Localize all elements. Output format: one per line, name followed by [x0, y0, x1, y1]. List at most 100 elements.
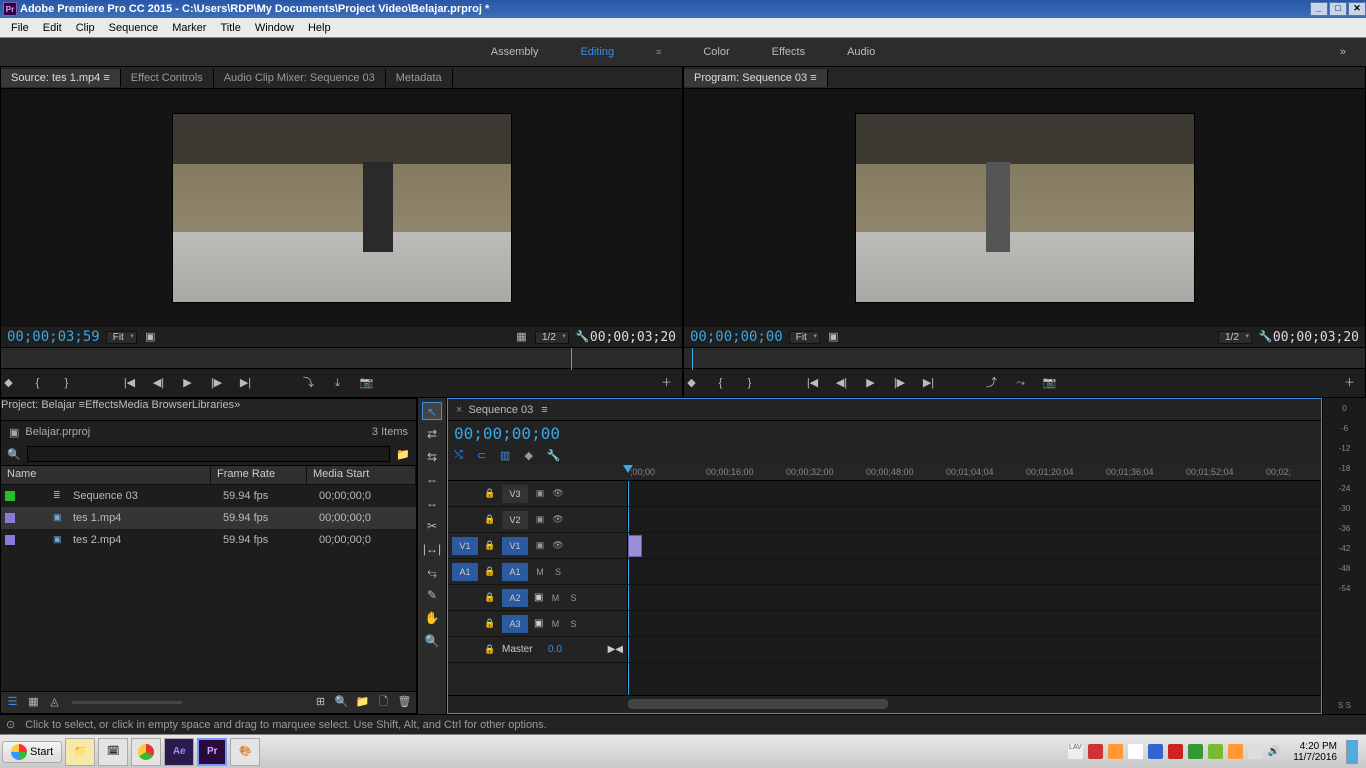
- timeline-tab[interactable]: Sequence 03: [468, 404, 533, 416]
- workspace-color[interactable]: Color: [703, 46, 729, 58]
- track-select-tool[interactable]: ⇄: [422, 425, 442, 443]
- mark-out-icon[interactable]: }: [742, 376, 757, 391]
- add-marker-icon[interactable]: ◆: [1, 376, 16, 391]
- rate-stretch-tool[interactable]: ↔: [422, 494, 442, 512]
- program-res-select[interactable]: 1/2: [1218, 331, 1252, 344]
- cc-icon[interactable]: ⊙: [6, 718, 15, 731]
- start-button[interactable]: Start: [2, 741, 62, 763]
- thumbnail-size-slider[interactable]: [72, 701, 182, 704]
- menu-sequence[interactable]: Sequence: [102, 21, 166, 35]
- rolling-tool[interactable]: ⇔: [422, 471, 442, 489]
- taskbar-chrome[interactable]: [131, 738, 161, 766]
- timeline-track-area[interactable]: [628, 481, 1321, 695]
- tray-icon[interactable]: [1188, 744, 1203, 759]
- track-master[interactable]: 🔒Master0.0▶◀: [448, 637, 627, 663]
- linked-selection-icon[interactable]: ⊂: [477, 449, 486, 462]
- export-frame-icon[interactable]: 📷: [359, 376, 374, 391]
- snap-icon[interactable]: ⤭: [454, 449, 463, 462]
- tray-icon[interactable]: [1108, 744, 1123, 759]
- hand-tool[interactable]: ✋: [422, 609, 442, 627]
- razor-tool[interactable]: ✂: [422, 517, 442, 535]
- tray-icon[interactable]: [1228, 744, 1243, 759]
- tab-effect-controls[interactable]: Effect Controls: [121, 69, 214, 87]
- track-v1[interactable]: V1🔒V1▣👁: [448, 533, 627, 559]
- export-frame-icon[interactable]: 📷: [1042, 376, 1057, 391]
- step-fwd-icon[interactable]: |▶: [892, 376, 907, 391]
- menu-help[interactable]: Help: [301, 21, 338, 35]
- tray-icon[interactable]: [1168, 744, 1183, 759]
- button-editor-icon[interactable]: ＋: [1342, 376, 1357, 391]
- automate-icon[interactable]: ⊞: [313, 695, 328, 710]
- program-tc-current[interactable]: 00;00;00;00: [690, 329, 783, 345]
- safe-margins-icon[interactable]: ▣: [826, 330, 841, 345]
- play-icon[interactable]: ▶: [180, 376, 195, 391]
- new-item-icon[interactable]: 🗋: [376, 695, 391, 710]
- project-search-input[interactable]: [27, 446, 391, 462]
- button-editor-icon[interactable]: ＋: [659, 376, 674, 391]
- track-v2[interactable]: 🔒V2▣👁: [448, 507, 627, 533]
- new-bin-icon[interactable]: 📁: [355, 695, 370, 710]
- tab-source[interactable]: Source: tes 1.mp4 ≡: [1, 69, 121, 87]
- slide-tool[interactable]: ⥃: [422, 563, 442, 581]
- mark-out-icon[interactable]: }: [59, 376, 74, 391]
- wrench-icon[interactable]: 🔧: [1258, 330, 1273, 345]
- project-columns-header[interactable]: Name Frame Rate Media Start: [1, 465, 416, 485]
- menu-file[interactable]: File: [4, 21, 36, 35]
- tab-effects[interactable]: Effects: [85, 399, 118, 420]
- folder-icon[interactable]: 📁: [396, 448, 410, 461]
- source-viewer[interactable]: [1, 89, 682, 327]
- maximize-button[interactable]: □: [1329, 2, 1347, 16]
- source-res-select[interactable]: 1/2: [535, 331, 569, 344]
- track-a2[interactable]: 🔒A2▣MS: [448, 585, 627, 611]
- tab-audio-clip-mixer[interactable]: Audio Clip Mixer: Sequence 03: [214, 69, 386, 87]
- play-icon[interactable]: ▶: [863, 376, 878, 391]
- tab-media-browser[interactable]: Media Browser: [119, 399, 192, 420]
- zoom-tool[interactable]: 🔍: [422, 632, 442, 650]
- ripple-tool[interactable]: ⇆: [422, 448, 442, 466]
- mark-in-icon[interactable]: {: [30, 376, 45, 391]
- pen-tool[interactable]: ✎: [422, 586, 442, 604]
- project-item-row[interactable]: ≣ Sequence 03 59.94 fps 00;00;00;0: [1, 485, 416, 507]
- menu-title[interactable]: Title: [213, 21, 247, 35]
- tray-icon[interactable]: [1248, 744, 1263, 759]
- settings-icon[interactable]: 🔧: [547, 449, 561, 462]
- program-ruler[interactable]: [684, 347, 1365, 369]
- find-icon[interactable]: 🔍: [334, 695, 349, 710]
- list-view-icon[interactable]: ☰: [5, 695, 20, 710]
- timeline-tc[interactable]: 00;00;00;00: [454, 424, 560, 443]
- tray-icon[interactable]: [1128, 744, 1143, 759]
- go-to-in-icon[interactable]: |◀: [122, 376, 137, 391]
- add-marker-icon[interactable]: ▥: [500, 449, 510, 462]
- source-tc-current[interactable]: 00;00;03;59: [7, 329, 100, 345]
- icon-view-icon[interactable]: ▦: [26, 695, 41, 710]
- lift-icon[interactable]: ⤴: [984, 376, 999, 391]
- menu-edit[interactable]: Edit: [36, 21, 69, 35]
- go-to-out-icon[interactable]: ▶|: [238, 376, 253, 391]
- project-item-row[interactable]: ▣ tes 2.mp4 59.94 fps 00;00;00;0: [1, 529, 416, 551]
- project-item-row[interactable]: ▣ tes 1.mp4 59.94 fps 00;00;00;0: [1, 507, 416, 529]
- bin-icon[interactable]: ▣: [9, 426, 19, 439]
- insert-icon[interactable]: ⤵: [301, 376, 316, 391]
- taskbar-explorer[interactable]: 📁: [65, 738, 95, 766]
- safe-margins-icon[interactable]: ▣: [143, 330, 158, 345]
- menu-window[interactable]: Window: [248, 21, 301, 35]
- source-ruler[interactable]: [1, 347, 682, 369]
- step-fwd-icon[interactable]: |▶: [209, 376, 224, 391]
- tray-icon[interactable]: [1088, 744, 1103, 759]
- overwrite-icon[interactable]: ⤓: [330, 376, 345, 391]
- tray-icon[interactable]: LAV: [1068, 744, 1083, 759]
- taskbar-app[interactable]: 🗓: [98, 738, 128, 766]
- selection-tool[interactable]: ↖: [422, 402, 442, 420]
- taskbar-premiere[interactable]: Pr: [197, 738, 227, 766]
- workspace-audio[interactable]: Audio: [847, 46, 875, 58]
- tab-program[interactable]: Program: Sequence 03 ≡: [684, 69, 828, 87]
- track-v3[interactable]: 🔒V3▣👁: [448, 481, 627, 507]
- workspace-effects[interactable]: Effects: [772, 46, 805, 58]
- settings-icon[interactable]: ▦: [514, 330, 529, 345]
- source-zoom-select[interactable]: Fit: [106, 331, 137, 344]
- track-a1[interactable]: A1🔒A1MS: [448, 559, 627, 585]
- menu-clip[interactable]: Clip: [69, 21, 102, 35]
- marker-icon[interactable]: ◆: [524, 449, 532, 462]
- program-zoom-select[interactable]: Fit: [789, 331, 820, 344]
- extract-icon[interactable]: ⤳: [1013, 376, 1028, 391]
